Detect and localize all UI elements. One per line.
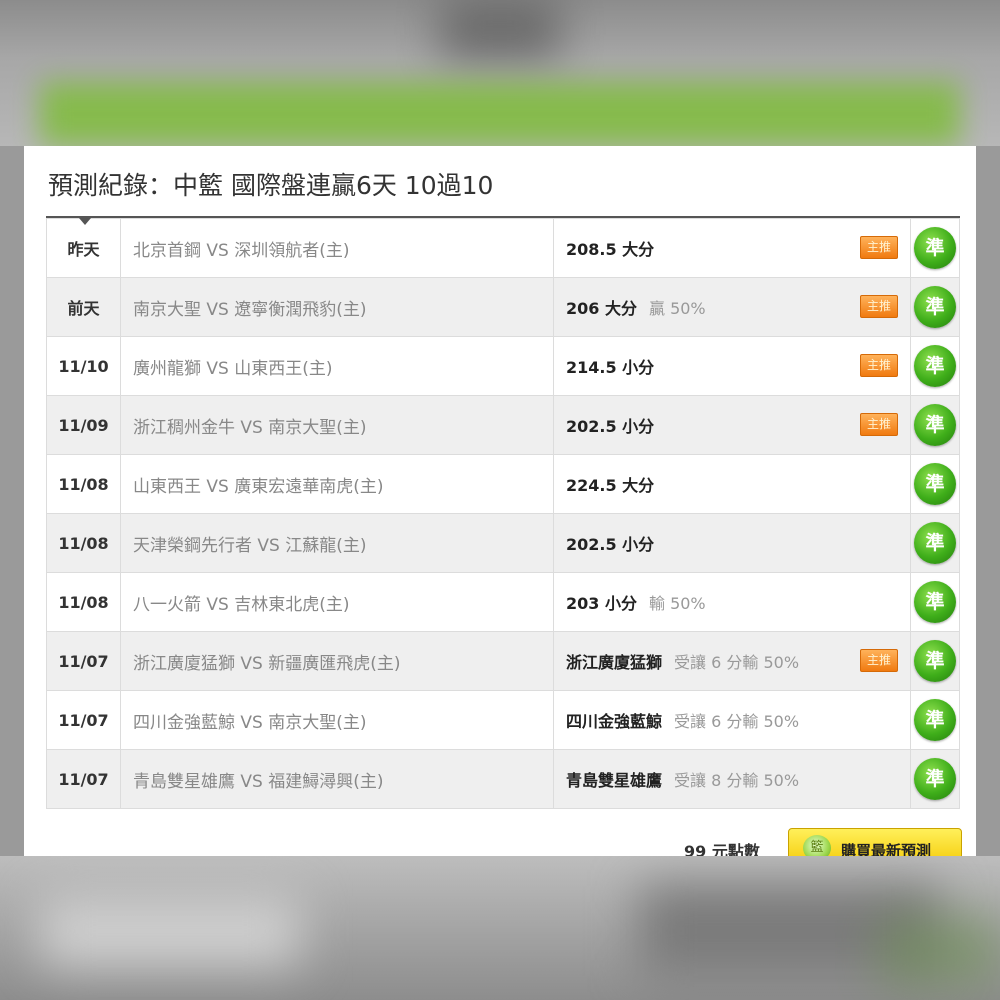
record-match: 北京首鋼 VS 深圳領航者(主) [120,218,554,278]
featured-pick-tag: 主推 [860,413,898,436]
accurate-badge-icon: 準 [914,699,956,741]
record-pick-cell: 202.5 小分 主推 [553,395,911,455]
record-pick: 青島雙星雄鷹 [566,771,663,790]
record-date: 昨天 [46,218,121,278]
record-pick-cell: 203 小分輸 50% [553,572,911,632]
record-status-cell: 準 [910,218,960,278]
table-row: 11/08 山東西王 VS 廣東宏遠華南虎(主) 224.5 大分 準 [46,454,960,514]
accurate-badge-icon: 準 [914,404,956,446]
record-date: 11/10 [46,336,121,396]
accurate-badge-icon: 準 [914,640,956,682]
accurate-badge-icon: 準 [914,522,956,564]
record-status-cell: 準 [910,513,960,573]
buy-button-label: 購買最新預測 [841,842,932,856]
record-status-cell: 準 [910,277,960,337]
record-pick: 208.5 大分 [566,240,655,259]
accurate-badge-icon: 準 [914,758,956,800]
featured-pick-tag: 主推 [860,236,898,259]
record-date: 11/07 [46,749,121,809]
blurred-footer-shape [40,896,300,966]
prediction-record-panel: 預測紀錄：中籃 國際盤連贏6天 10過10 昨天 北京首鋼 VS 深圳領航者(主)… [24,146,976,856]
featured-pick-tag: 主推 [860,649,898,672]
record-match: 青島雙星雄鷹 VS 福建鱘潯興(主) [120,749,554,809]
records-table-body: 昨天 北京首鋼 VS 深圳領航者(主) 208.5 大分 主推準前天 南京大聖 VS 遼… [46,218,960,809]
featured-pick-tag: 主推 [860,354,898,377]
record-pick-cell: 206 大分贏 50% 主推 [553,277,911,337]
blurred-header-background [0,0,1000,146]
record-date: 11/07 [46,631,121,691]
record-pick: 203 小分 [566,594,637,613]
table-row: 11/08 天津榮鋼先行者 VS 江蘇龍(主) 202.5 小分 準 [46,513,960,573]
record-status-cell: 準 [910,336,960,396]
table-row: 11/08 八一火箭 VS 吉林東北虎(主) 203 小分輸 50% 準 [46,572,960,632]
record-pick-cell: 208.5 大分 主推 [553,218,911,278]
accurate-badge-icon: 準 [914,463,956,505]
record-pick-cell: 224.5 大分 [553,454,911,514]
record-result-note: 贏 50% [648,299,706,318]
table-row: 11/07 浙江廣廈猛獅 VS 新疆廣匯飛虎(主) 浙江廣廈猛獅 受讓 6 分輸 50… [46,631,960,691]
record-date: 11/09 [46,395,121,455]
accurate-badge-icon: 準 [914,227,956,269]
table-row: 前天 南京大聖 VS 遼寧衡潤飛豹(主) 206 大分贏 50% 主推準 [46,277,960,337]
record-status-cell: 準 [910,749,960,809]
record-match: 南京大聖 VS 遼寧衡潤飛豹(主) [120,277,554,337]
table-row: 11/07 青島雙星雄鷹 VS 福建鱘潯興(主) 青島雙星雄鷹 受讓 8 分輸 50%… [46,749,960,809]
record-result-note: 受讓 6 分輸 50% [674,653,800,672]
record-result-note: 受讓 8 分輸 50% [674,771,800,790]
accurate-badge-icon: 準 [914,581,956,623]
record-match: 浙江稠州金牛 VS 南京大聖(主) [120,395,554,455]
record-match: 山東西王 VS 廣東宏遠華南虎(主) [120,454,554,514]
table-row: 11/09 浙江稠州金牛 VS 南京大聖(主) 202.5 小分 主推準 [46,395,960,455]
blurred-green-bar [40,82,960,146]
record-pick: 202.5 小分 [566,535,655,554]
featured-pick-tag: 主推 [860,295,898,318]
table-row: 11/10 廣州龍獅 VS 山東西王(主) 214.5 小分 主推準 [46,336,960,396]
blurred-footer-shape [880,916,1000,986]
record-pick: 214.5 小分 [566,358,655,377]
record-pick: 202.5 小分 [566,417,655,436]
accurate-badge-icon: 準 [914,345,956,387]
price-label: 99 元點數 [684,842,760,856]
record-pick-cell: 四川金強藍鯨 受讓 6 分輸 50% [553,690,911,750]
page-title: 預測紀錄：中籃 國際盤連贏6天 10過10 [48,171,494,200]
table-row: 11/07 四川金強藍鯨 VS 南京大聖(主) 四川金強藍鯨 受讓 6 分輸 50% 準 [46,690,960,750]
active-row-pointer [79,218,91,225]
accurate-badge-icon: 準 [914,286,956,328]
record-pick: 四川金強藍鯨 [566,712,663,731]
record-pick-cell: 浙江廣廈猛獅 受讓 6 分輸 50% 主推 [553,631,911,691]
record-pick-cell: 214.5 小分 主推 [553,336,911,396]
record-match: 天津榮鋼先行者 VS 江蘇龍(主) [120,513,554,573]
record-date: 前天 [46,277,121,337]
record-status-cell: 準 [910,454,960,514]
record-status-cell: 準 [910,690,960,750]
basketball-icon: 籃 [803,835,831,856]
record-date: 11/07 [46,690,121,750]
record-date: 11/08 [46,572,121,632]
table-row: 昨天 北京首鋼 VS 深圳領航者(主) 208.5 大分 主推準 [46,218,960,278]
blurred-footer-background [0,856,1000,1000]
record-date: 11/08 [46,513,121,573]
record-pick-cell: 202.5 小分 [553,513,911,573]
record-match: 廣州龍獅 VS 山東西王(主) [120,336,554,396]
record-status-cell: 準 [910,572,960,632]
record-match: 四川金強藍鯨 VS 南京大聖(主) [120,690,554,750]
record-pick: 浙江廣廈猛獅 [566,653,663,672]
record-status-cell: 準 [910,631,960,691]
buy-latest-prediction-button[interactable]: 籃 購買最新預測 [788,828,962,856]
blurred-header-shape [440,0,560,60]
record-date: 11/08 [46,454,121,514]
record-match: 八一火箭 VS 吉林東北虎(主) [120,572,554,632]
record-pick: 224.5 大分 [566,476,655,495]
record-pick-cell: 青島雙星雄鷹 受讓 8 分輸 50% [553,749,911,809]
record-pick: 206 大分 [566,299,637,318]
record-result-note: 輸 50% [648,594,706,613]
record-result-note: 受讓 6 分輸 50% [674,712,800,731]
record-status-cell: 準 [910,395,960,455]
records-table: 昨天 北京首鋼 VS 深圳領航者(主) 208.5 大分 主推準前天 南京大聖 VS 遼… [46,218,960,809]
record-match: 浙江廣廈猛獅 VS 新疆廣匯飛虎(主) [120,631,554,691]
